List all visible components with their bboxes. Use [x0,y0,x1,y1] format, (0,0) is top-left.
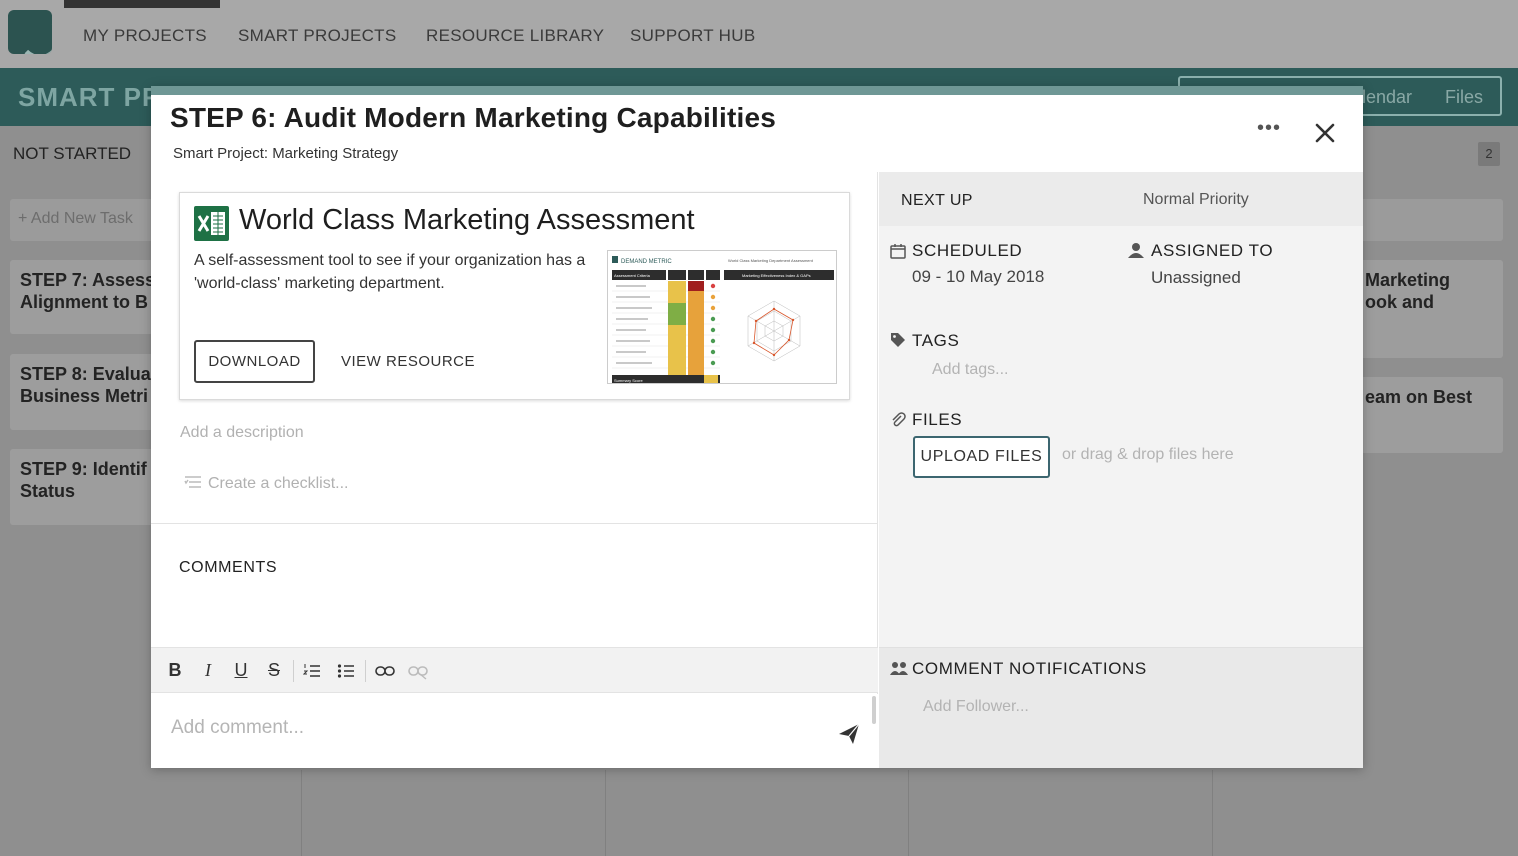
more-options-icon[interactable]: ••• [1255,118,1283,144]
task-card[interactable]: eam on Best [1355,377,1503,453]
column-divider [1212,770,1213,856]
app-logo[interactable] [8,10,52,54]
followers-icon [890,662,908,675]
send-icon[interactable] [837,722,861,746]
section-divider [151,523,878,524]
task-card[interactable]: STEP 9: Identif Status [10,449,170,525]
toolbar-separator [365,660,366,682]
download-button[interactable]: DOWNLOAD [194,340,315,383]
column-heading: NOT STARTED [13,144,132,163]
scheduled-label: SCHEDULED [912,241,1023,260]
status-bar: NEXT UP Normal Priority [879,172,1363,226]
tab-calendar[interactable]: lendar [1362,87,1412,108]
modal-subtitle: Smart Project: Marketing Strategy [173,145,399,162]
checklist-icon [184,476,201,488]
resource-description: A self-assessment tool to see if your or… [194,252,586,292]
comment-notifications: COMMENT NOTIFICATIONS Add Follower... [879,647,1363,768]
excel-icon [194,206,229,241]
resource-thumbnail[interactable]: DEMAND METRIC World Class Marketing Depa… [607,250,837,384]
user-icon [1128,243,1144,258]
active-nav-indicator [64,0,220,8]
close-icon[interactable] [1311,118,1339,148]
task-main-pane: World Class Marketing Assessment A self-… [151,172,878,768]
files-label: FILES [912,410,963,429]
column-divider [605,770,606,856]
bold-button[interactable]: B [165,660,185,681]
column-divider [301,770,302,856]
calendar-icon [890,244,906,259]
comment-composer [151,694,878,768]
add-task-button-right[interactable] [1360,199,1503,241]
task-sidebar: NEXT UP Normal Priority SCHEDULED 09 - 1… [879,172,1363,768]
thumb-brand: DEMAND METRIC [621,259,672,265]
bullet-list-icon[interactable] [337,662,355,680]
tag-icon [891,333,905,347]
thumb-title: World Class Marketing Department Assessm… [728,258,814,263]
view-resource-link[interactable]: VIEW RESOURCE [341,353,475,370]
priority-selector[interactable]: Normal Priority [1143,191,1249,209]
task-card[interactable]: Marketing ook and [1355,260,1503,358]
italic-button[interactable]: I [198,660,218,681]
thumb-footer: Summary Score [614,378,643,383]
resource-card: World Class Marketing Assessment A self-… [179,192,850,400]
modal-title: STEP 6: Audit Modern Marketing Capabilit… [170,102,777,133]
nav-resource-library[interactable]: RESOURCE LIBRARY [426,26,604,46]
underline-button[interactable]: U [231,660,251,681]
tags-label: TAGS [912,331,960,350]
nav-support-hub[interactable]: SUPPORT HUB [630,26,755,46]
thumb-col2: Marketing Effectiveness Index & GAPs [742,273,811,278]
nav-my-projects[interactable]: MY PROJECTS [83,26,207,46]
toolbar-separator [293,660,294,682]
modal-top-strip [151,86,1363,95]
status-next-up[interactable]: NEXT UP [901,192,973,210]
scheduled-date[interactable]: 09 - 10 May 2018 [912,267,1044,287]
tab-files[interactable]: Files [1445,87,1483,108]
task-detail-modal: STEP 6: Audit Modern Marketing Capabilit… [151,86,1363,768]
paperclip-icon [892,412,906,427]
top-navigation: MY PROJECTS SMART PROJECTS RESOURCE LIBR… [0,0,1518,68]
comment-input[interactable] [171,712,821,744]
nav-smart-projects[interactable]: SMART PROJECTS [238,26,397,46]
task-card[interactable]: STEP 7: Assess Alignment to B [10,260,170,334]
task-card[interactable]: STEP 8: Evalua Business Metri [10,354,170,430]
assigned-value[interactable]: Unassigned [1151,268,1241,288]
comment-format-toolbar: B I U S [151,647,878,693]
scrollbar-thumb[interactable] [872,696,876,724]
checklist-label: Create a checklist... [208,475,349,492]
strikethrough-button[interactable]: S [264,660,284,681]
add-task-button[interactable]: + Add New Task [10,199,170,241]
notifications-label: COMMENT NOTIFICATIONS [912,659,1147,678]
unlink-icon[interactable] [408,662,428,680]
description-placeholder[interactable]: Add a description [180,424,304,442]
link-icon[interactable] [375,662,395,680]
resource-title: World Class Marketing Assessment [239,204,695,236]
drag-drop-hint: or drag & drop files here [1062,446,1234,463]
ordered-list-icon[interactable] [303,662,321,680]
add-follower-input[interactable]: Add Follower... [923,698,1029,716]
create-checklist-button[interactable]: Create a checklist... [184,475,349,493]
add-tags-input[interactable]: Add tags... [932,361,1009,379]
comments-heading: COMMENTS [179,559,278,576]
project-title: SMART PR [18,82,162,112]
column-count-badge: 2 [1478,142,1500,166]
column-divider [908,770,909,856]
thumb-col1: Assessment Criteria [614,273,651,278]
assigned-label: ASSIGNED TO [1151,241,1274,260]
upload-files-button[interactable]: UPLOAD FILES [913,436,1050,478]
